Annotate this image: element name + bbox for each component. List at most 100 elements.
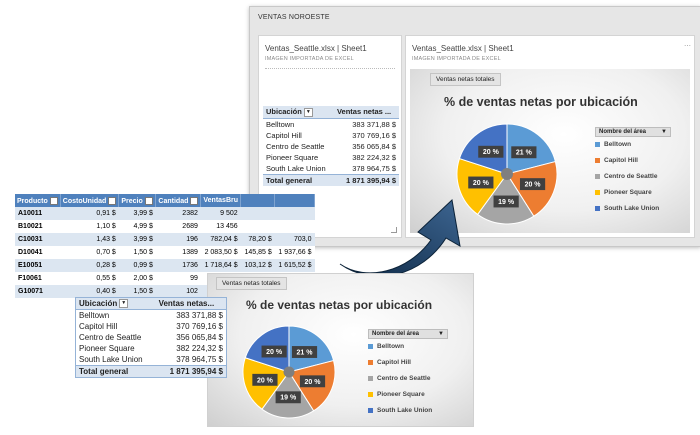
table-cell[interactable] <box>274 220 315 233</box>
legend-item[interactable]: South Lake Union <box>595 201 671 217</box>
table-cell[interactable]: 4,99 $ <box>118 220 156 233</box>
table-row: Centro de Seattle 356 065,84 $ <box>266 141 396 151</box>
legend-item[interactable]: Belltown <box>595 137 671 153</box>
table-cell[interactable]: 703,0 <box>274 233 315 246</box>
tile-title: Ventas_Seattle.xlsx | Sheet1 <box>265 44 367 53</box>
table-cell[interactable]: 0,28 $ <box>60 259 119 272</box>
table-cell[interactable] <box>240 220 275 233</box>
table-cell[interactable]: 2689 <box>155 220 201 233</box>
table-cell[interactable]: 2 083,50 $ <box>200 246 241 259</box>
chart-title: % de ventas netas por ubicación <box>444 95 638 109</box>
curved-arrow-icon <box>339 198 461 277</box>
chart-title: % de ventas netas por ubicación <box>246 298 433 312</box>
more-options-icon[interactable]: ⋯ <box>684 42 691 50</box>
legend-header[interactable]: Nombre del área ▼ <box>368 329 448 339</box>
table-cell[interactable]: 9 502 <box>200 207 241 220</box>
legend-swatch <box>368 391 373 397</box>
legend-item[interactable]: Pioneer Square <box>368 387 448 403</box>
table-cell[interactable]: 78,20 $ <box>240 233 275 246</box>
filter-dropdown-icon[interactable]: ▼ <box>119 299 129 309</box>
pivot-header-sales: Ventas netas... <box>155 298 226 311</box>
legend-item[interactable]: Pioneer Square <box>595 185 671 201</box>
data-label: 20 % <box>252 373 278 386</box>
table-cell[interactable]: 0,55 $ <box>60 272 119 285</box>
column-header-producto[interactable]: Producto <box>15 194 61 207</box>
legend-swatch <box>368 359 373 365</box>
data-label: 20 % <box>519 178 546 191</box>
data-label-text: 21 % <box>297 349 314 356</box>
table-cell[interactable]: 1 718,64 $ <box>200 259 241 272</box>
data-label-text: 20 % <box>483 149 500 156</box>
column-header-cantidad[interactable]: Cantidad <box>155 194 202 207</box>
table-cell[interactable]: 1 615,52 $ <box>274 259 315 272</box>
filter-dropdown-icon[interactable]: ▼ <box>303 107 313 117</box>
column-header-costounidad[interactable]: CostoUnidad <box>60 194 120 207</box>
pie-center <box>501 168 513 180</box>
product-cell[interactable]: D10041 <box>15 246 61 259</box>
product-cell[interactable]: C10031 <box>15 233 61 246</box>
pivot-header-location: Ubicación ▼ <box>76 298 156 311</box>
table-cell[interactable]: 196 <box>155 233 201 246</box>
filter-button-icon[interactable] <box>144 196 153 205</box>
product-cell[interactable]: B10021 <box>15 220 61 233</box>
table-cell[interactable]: 782,04 $ <box>200 233 241 246</box>
legend-header[interactable]: Nombre del área ▼ <box>595 127 671 137</box>
product-cell[interactable]: F10061 <box>15 272 61 285</box>
table-cell[interactable]: 2,00 $ <box>118 272 156 285</box>
product-cell[interactable]: A10011 <box>15 207 61 220</box>
data-label-text: 20 % <box>266 349 283 356</box>
data-label: 21 % <box>291 346 318 358</box>
table-cell[interactable]: 1,50 $ <box>118 246 156 259</box>
table-cell[interactable]: 103,12 $ <box>240 259 275 272</box>
filter-button-icon[interactable] <box>49 196 58 205</box>
legend-label: South Lake Union <box>377 407 433 414</box>
data-label-text: 20 % <box>525 182 542 189</box>
table-row: Pioneer Square 382 224,32 $ <box>266 152 396 162</box>
legend-item[interactable]: Capitol Hill <box>368 355 448 371</box>
table-cell[interactable]: 1,43 $ <box>60 233 119 246</box>
product-cell[interactable]: G10071 <box>15 285 61 298</box>
table-row: Centro de Seattle 356 065,84 $ <box>79 333 223 343</box>
table-cell[interactable]: 1,10 $ <box>60 220 119 233</box>
legend-item[interactable]: South Lake Union <box>368 403 448 419</box>
table-cell[interactable]: 0,70 $ <box>60 246 119 259</box>
product-cell[interactable]: E10051 <box>15 259 61 272</box>
table-cell[interactable]: 99 <box>155 272 201 285</box>
tile-title: Ventas_Seattle.xlsx | Sheet1 <box>412 44 514 53</box>
table-row: A10011 0,91 $3,99 $2382 9 502 <box>15 207 315 220</box>
table-cell[interactable]: 1 937,66 $ <box>274 246 315 259</box>
legend-label: Pioneer Square <box>604 189 652 196</box>
table-cell[interactable]: 2382 <box>155 207 201 220</box>
legend-item[interactable]: Centro de Seattle <box>595 169 671 185</box>
table-cell[interactable]: 0,99 $ <box>118 259 156 272</box>
data-label: 20 % <box>299 375 326 388</box>
table-row: South Lake Union 378 964,75 $ <box>266 163 396 173</box>
table-total-row: Total general 1 871 395,94 $ <box>76 365 226 378</box>
legend-item[interactable]: Capitol Hill <box>595 153 671 169</box>
table-cell[interactable]: 145,85 $ <box>240 246 275 259</box>
data-label: 20 % <box>468 176 494 189</box>
field-button[interactable]: Ventas netas totales <box>430 73 501 86</box>
chevron-down-icon: ▼ <box>661 129 667 135</box>
legend-label: Belltown <box>604 141 632 148</box>
table-cell[interactable]: 3,99 $ <box>118 233 156 246</box>
table-cell[interactable] <box>274 207 315 220</box>
table-total-row: Total general 1 871 395,94 $ <box>263 173 399 186</box>
table-cell[interactable]: 3,99 $ <box>118 207 156 220</box>
table-cell[interactable]: 0,91 $ <box>60 207 119 220</box>
table-cell[interactable]: 1736 <box>155 259 201 272</box>
table-cell[interactable] <box>240 207 275 220</box>
field-button[interactable]: Ventas netas totales <box>216 277 287 290</box>
column-header-ventasbru[interactable]: VentasBru <box>200 194 242 207</box>
data-label-text: 19 % <box>280 395 297 402</box>
legend-swatch <box>595 205 600 211</box>
legend-item[interactable]: Centro de Seattle <box>368 371 448 387</box>
table-cell[interactable]: 1389 <box>155 246 201 259</box>
column-header-precio[interactable]: Precio <box>118 194 157 207</box>
filter-button-icon[interactable] <box>190 196 199 205</box>
data-label-text: 20 % <box>305 379 322 386</box>
legend-item[interactable]: Belltown <box>368 339 448 355</box>
filter-button-icon[interactable] <box>108 196 117 205</box>
table-row: Capitol Hill 370 769,16 $ <box>266 130 396 140</box>
table-cell[interactable]: 13 456 <box>200 220 241 233</box>
